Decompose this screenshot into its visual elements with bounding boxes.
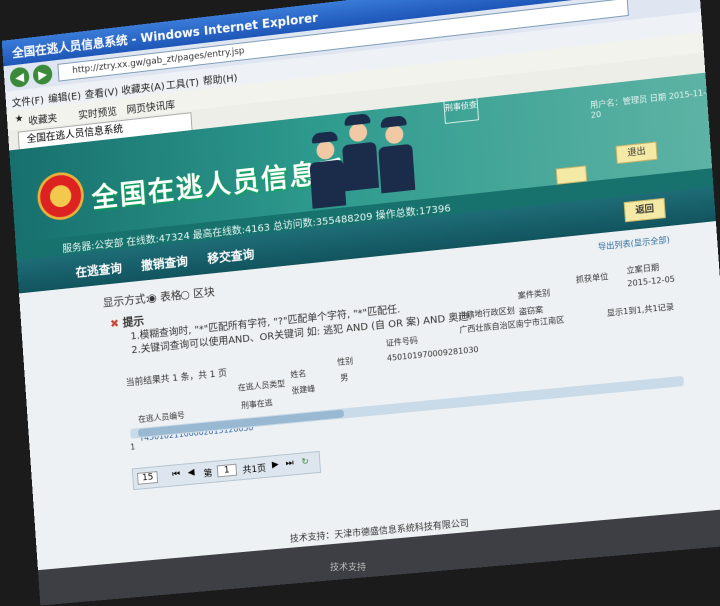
display-mode-table-label: 表格	[159, 288, 182, 304]
tips-icon: ✖	[109, 316, 124, 331]
user-info: 用户名：管理员 日期 2015-11-20	[589, 87, 707, 121]
col-header-sex[interactable]: 性别	[337, 355, 354, 368]
bottom-support-label: 技术支持	[330, 563, 367, 573]
forward-icon[interactable]: ▶	[32, 63, 53, 86]
first-page-icon[interactable]: ⏮	[172, 469, 181, 480]
favorites-star-icon[interactable]: ★	[14, 113, 23, 125]
page-total: 共1页	[242, 463, 267, 477]
nav-transfer-query[interactable]: 移交查询	[207, 245, 255, 267]
nav-revoke-query[interactable]: 撤销查询	[141, 252, 189, 274]
page-size-select[interactable]: 15	[136, 471, 159, 485]
nav-fugitive-query[interactable]: 在逃查询	[75, 259, 122, 281]
back-button[interactable]: 返回	[623, 197, 666, 223]
row-name: 张建峰	[291, 384, 316, 396]
row-index: 1	[130, 442, 136, 452]
browser-screen: 全国在逃人员信息系统 - Windows Internet Explorer _…	[1, 0, 720, 606]
page-label: 第	[203, 468, 213, 480]
police-officer-image	[376, 114, 416, 198]
row-sex: 男	[340, 372, 349, 383]
next-page-icon[interactable]: ▶	[272, 460, 279, 471]
display-mode-block-label: 区块	[192, 285, 216, 301]
refresh-icon[interactable]: ↻	[301, 457, 309, 468]
last-page-icon[interactable]: ⏭	[285, 458, 294, 469]
logout-button[interactable]: 退出	[615, 141, 658, 165]
badge-text: 刑事侦查	[444, 100, 478, 113]
police-officer-image	[340, 112, 380, 196]
col-header-name[interactable]: 姓名	[290, 368, 307, 380]
back-icon[interactable]: ◀	[9, 66, 30, 89]
police-officer-image	[307, 129, 347, 212]
police-emblem-icon	[35, 170, 86, 223]
prev-page-icon[interactable]: ◀	[187, 468, 194, 479]
page-number-input[interactable]: 1	[216, 463, 237, 478]
